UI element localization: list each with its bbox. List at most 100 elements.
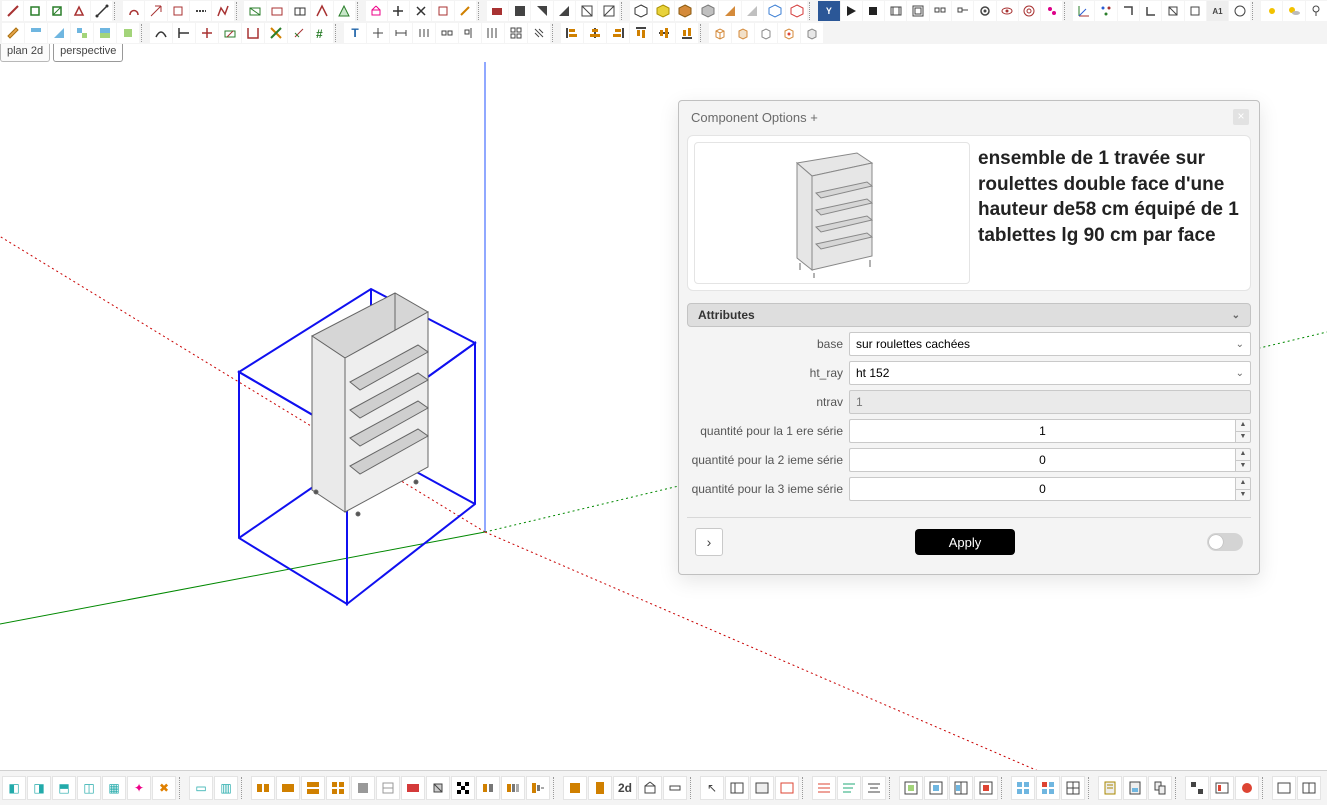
tool-icon[interactable]	[301, 776, 325, 800]
tool-icon[interactable]	[168, 1, 189, 21]
tool-icon[interactable]	[663, 776, 687, 800]
field-q3-value[interactable]: 0	[849, 477, 1235, 501]
tool-icon[interactable]	[1235, 776, 1259, 800]
tab-plan2d[interactable]: plan 2d	[0, 44, 50, 62]
expand-button[interactable]: ›	[695, 528, 723, 556]
box-icon[interactable]	[732, 23, 754, 43]
field-q2-value[interactable]: 0	[849, 448, 1235, 472]
tool-icon[interactable]	[388, 1, 409, 21]
box-icon[interactable]	[709, 23, 731, 43]
gear-icon[interactable]	[974, 1, 995, 21]
tool-icon[interactable]	[117, 23, 139, 43]
tool-icon[interactable]	[501, 776, 525, 800]
play-icon[interactable]	[841, 1, 862, 21]
grid-icon[interactable]	[505, 23, 527, 43]
tool-icon[interactable]	[436, 23, 458, 43]
pencil-icon[interactable]	[2, 23, 24, 43]
tool-icon[interactable]	[1123, 776, 1147, 800]
spin-down-icon[interactable]: ▼	[1235, 489, 1251, 502]
tool-icon[interactable]	[326, 776, 350, 800]
label-icon[interactable]: A1	[1207, 1, 1228, 21]
tool-icon[interactable]	[1297, 776, 1321, 800]
tool-icon[interactable]	[1118, 1, 1139, 21]
tool-icon[interactable]	[1210, 776, 1234, 800]
tool-icon[interactable]	[554, 1, 575, 21]
toggle-switch[interactable]	[1207, 533, 1243, 551]
field-base-select[interactable]: sur roulettes cachées ⌄	[849, 332, 1251, 356]
tool-icon[interactable]	[476, 776, 500, 800]
close-icon[interactable]: ×	[1233, 109, 1249, 125]
tool-icon[interactable]	[48, 23, 70, 43]
tool-icon[interactable]	[150, 23, 172, 43]
field-q1-value[interactable]: 1	[849, 419, 1235, 443]
tool-icon[interactable]	[563, 776, 587, 800]
weather-icon[interactable]	[1283, 1, 1304, 21]
tool-icon[interactable]	[907, 1, 928, 21]
align-bot-icon[interactable]	[676, 23, 698, 43]
sun-icon[interactable]	[1261, 1, 1282, 21]
tool-icon[interactable]	[459, 23, 481, 43]
tool-icon[interactable]	[487, 1, 508, 21]
tool-icon[interactable]	[410, 1, 431, 21]
tool-icon[interactable]: ▥	[214, 776, 238, 800]
tool-icon[interactable]	[1073, 1, 1094, 21]
field-q3-spin[interactable]: 0 ▲▼	[849, 477, 1251, 501]
yz-icon[interactable]: Y	[818, 1, 839, 21]
tool-icon[interactable]	[265, 23, 287, 43]
tool-icon[interactable]	[531, 1, 552, 21]
apply-button[interactable]: Apply	[915, 529, 1015, 555]
field-q1-spin[interactable]: 1 ▲▼	[849, 419, 1251, 443]
tool-icon[interactable]	[267, 1, 288, 21]
tool-icon[interactable]	[653, 1, 674, 21]
tool-icon[interactable]	[1140, 1, 1161, 21]
tool-icon[interactable]	[145, 1, 166, 21]
stop-icon[interactable]	[863, 1, 884, 21]
tool-icon[interactable]	[837, 776, 861, 800]
tool-icon[interactable]	[2, 1, 23, 21]
tool-icon[interactable]: ⬒	[52, 776, 76, 800]
tool-icon[interactable]	[196, 23, 218, 43]
tool-icon[interactable]: ✖	[152, 776, 176, 800]
tool-icon[interactable]	[69, 1, 90, 21]
tool-icon[interactable]	[775, 776, 799, 800]
tool-icon[interactable]	[750, 776, 774, 800]
tool-icon[interactable]	[675, 1, 696, 21]
tool-icon[interactable]	[1185, 776, 1209, 800]
tool-icon[interactable]	[351, 776, 375, 800]
align-mid-icon[interactable]	[653, 23, 675, 43]
field-htray-select[interactable]: ht 152 ⌄	[849, 361, 1251, 385]
tool-icon[interactable]	[1229, 1, 1250, 21]
tool-icon[interactable]	[576, 1, 597, 21]
tool-icon[interactable]	[432, 1, 453, 21]
tool-icon[interactable]	[1162, 1, 1183, 21]
tool-icon[interactable]	[244, 1, 265, 21]
align-right-icon[interactable]	[607, 23, 629, 43]
tool-icon[interactable]	[251, 776, 275, 800]
hash-icon[interactable]: #	[311, 23, 333, 43]
bulb-icon[interactable]	[1306, 1, 1327, 21]
spin-up-icon[interactable]: ▲	[1235, 419, 1251, 431]
tool-icon[interactable]	[725, 776, 749, 800]
tool-icon[interactable]	[1148, 776, 1172, 800]
tool-icon[interactable]	[588, 776, 612, 800]
tool-icon[interactable]	[24, 1, 45, 21]
tool-icon[interactable]	[367, 23, 389, 43]
tool-icon[interactable]	[25, 23, 47, 43]
tool-icon[interactable]	[1061, 776, 1085, 800]
tool-icon[interactable]	[123, 1, 144, 21]
tool-icon[interactable]	[528, 23, 550, 43]
tool-icon[interactable]	[47, 1, 68, 21]
tool-icon[interactable]	[1185, 1, 1206, 21]
tool-icon[interactable]	[862, 776, 886, 800]
tool-icon[interactable]	[764, 1, 785, 21]
tool-icon[interactable]	[311, 1, 332, 21]
grid4-icon[interactable]	[1011, 776, 1035, 800]
tool-icon[interactable]	[924, 776, 948, 800]
tool-icon[interactable]	[212, 1, 233, 21]
eye-icon[interactable]	[997, 1, 1018, 21]
arrow-icon[interactable]: ↖	[700, 776, 724, 800]
tool-icon[interactable]	[242, 23, 264, 43]
box-icon[interactable]	[801, 23, 823, 43]
tool-icon[interactable]: ✦	[127, 776, 151, 800]
tool-icon[interactable]: ◨	[27, 776, 51, 800]
